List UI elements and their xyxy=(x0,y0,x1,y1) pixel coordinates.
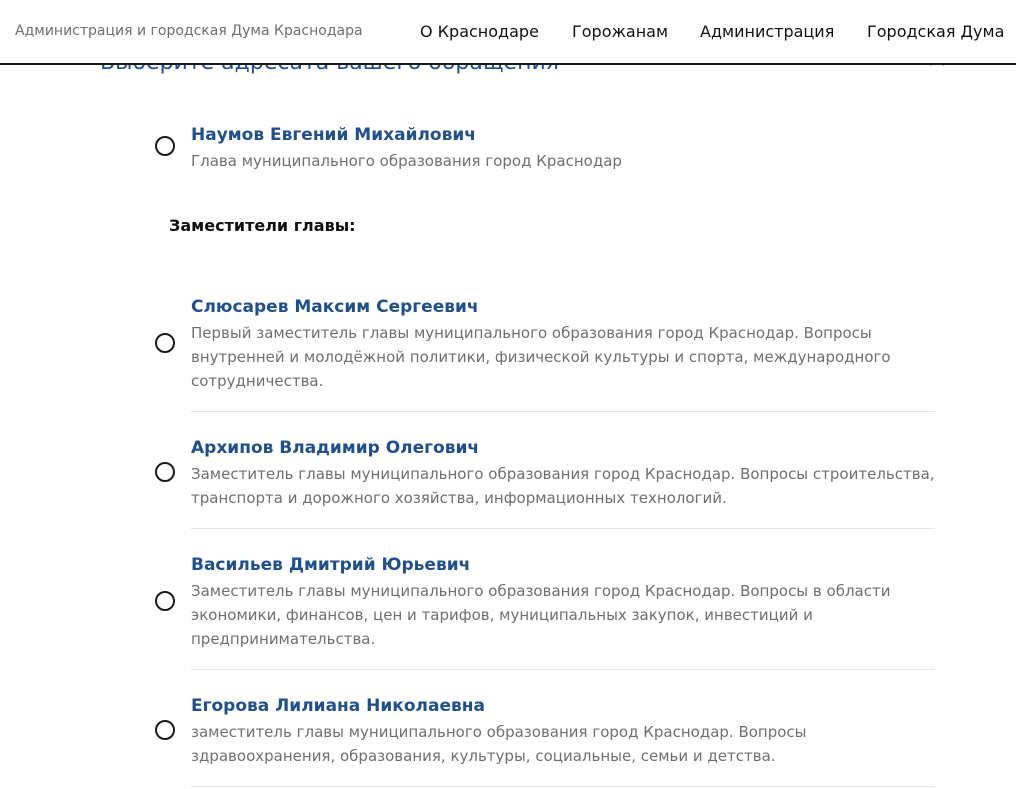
recipient-position: Заместитель главы муниципального образов… xyxy=(191,465,935,507)
recipient-deputy-1: Слюсарев Максим Сергеевич Первый замести… xyxy=(191,296,935,393)
nav-link-city-duma[interactable]: Городская Дума xyxy=(867,22,1004,41)
recipient-name[interactable]: Слюсарев Максим Сергеевич xyxy=(191,296,935,318)
recipient-position: Заместитель главы муниципального образов… xyxy=(191,582,891,648)
nav-link-about-krasnodar[interactable]: О Краснодаре xyxy=(420,22,539,41)
recipient-deputy-2: Архипов Владимир Олегович Заместитель гл… xyxy=(191,437,935,510)
recipient-name[interactable]: Архипов Владимир Олегович xyxy=(191,437,935,459)
recipient-name[interactable]: Егорова Лилиана Николаевна xyxy=(191,695,935,717)
recipient-position: Первый заместитель главы муниципального … xyxy=(191,324,891,390)
radio-deputy-1[interactable] xyxy=(155,333,175,353)
recipient-head: Наумов Евгений Михайлович Глава муниципа… xyxy=(191,124,935,173)
divider xyxy=(191,669,935,670)
divider xyxy=(191,411,935,412)
main-nav: О Краснодаре Горожанам Администрация Гор… xyxy=(0,22,1016,42)
deputies-heading: Заместители главы: xyxy=(169,216,356,235)
site-header: Администрация и городская Дума Краснодар… xyxy=(0,0,1016,65)
divider xyxy=(191,528,935,529)
radio-deputy-3[interactable] xyxy=(155,591,175,611)
divider xyxy=(191,786,935,787)
radio-head-person[interactable] xyxy=(155,136,175,156)
nav-link-citizens[interactable]: Горожанам xyxy=(572,22,668,41)
radio-deputy-2[interactable] xyxy=(155,462,175,482)
recipient-position: заместитель главы муниципального образов… xyxy=(191,723,807,765)
radio-deputy-4[interactable] xyxy=(155,720,175,740)
recipient-deputy-4: Егорова Лилиана Николаевна заместитель г… xyxy=(191,695,935,768)
recipient-name[interactable]: Наумов Евгений Михайлович xyxy=(191,124,935,146)
nav-link-administration[interactable]: Администрация xyxy=(700,22,834,41)
recipient-deputy-3: Васильев Дмитрий Юрьевич Заместитель гла… xyxy=(191,554,935,651)
recipient-position: Глава муниципального образования город К… xyxy=(191,152,622,170)
recipient-name[interactable]: Васильев Дмитрий Юрьевич xyxy=(191,554,935,576)
